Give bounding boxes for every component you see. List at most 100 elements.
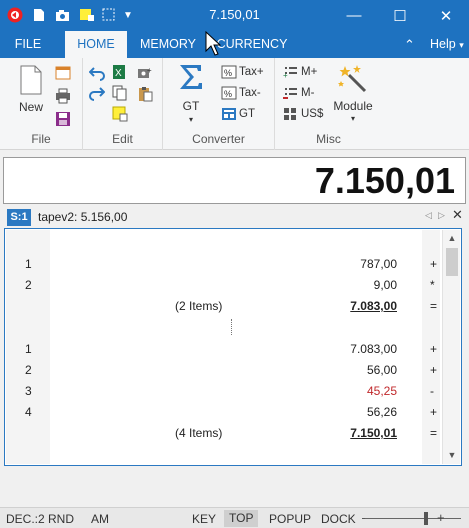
tape-list[interactable]: ▲ ▼ 1 787,00 + 2 9,00 * (2 Items) 7.083,… [4,228,462,466]
close-button[interactable]: ✕ [423,0,469,31]
zoom-in-icon[interactable]: + [437,510,445,525]
tab-home[interactable]: HOME [65,31,127,58]
vertical-scrollbar[interactable]: ▲ ▼ [442,230,460,464]
maximize-button[interactable]: ☐ [377,0,423,31]
tape-row[interactable]: 1 7.083,00 + [5,339,442,359]
svg-text:+: + [283,71,288,79]
memory-plus-icon: + [283,67,297,79]
tape-next-icon[interactable]: ▷ [438,210,445,221]
currency-grid-icon [284,108,296,120]
tab-memory[interactable]: MEMORY [138,31,198,58]
tape-row[interactable]: 2 9,00 * [5,275,442,295]
operator: + [430,363,438,377]
scrollbar-thumb[interactable] [446,248,458,276]
status-decimals[interactable]: DEC.:2 [6,512,45,526]
tax-minus-button[interactable]: % Tax- [221,86,261,100]
tax-minus-label: Tax- [239,87,261,99]
tape-total-row[interactable]: (2 Items) 7.083,00 = [5,296,442,316]
item-count: (2 Items) [175,299,223,313]
tax-plus-icon: % [221,65,237,79]
tape-row[interactable]: 1 787,00 + [5,254,442,274]
collapse-ribbon-icon[interactable]: ⌃ [404,31,415,58]
help-label: Help [430,37,456,51]
currency-button[interactable]: US$ [283,107,323,121]
tape-header: S:1 tapev2: 5.156,00 ◁ ▷ ✕ [0,206,469,228]
tape-row[interactable]: 3 45,25 - [5,381,442,401]
status-key[interactable]: KEY [192,512,216,526]
operator: - [430,384,434,398]
redo-icon[interactable] [89,85,105,101]
help-menu[interactable]: Help ▾ [430,31,464,58]
amount: 7.083,00 [350,342,397,356]
gt-small-label: GT [239,108,255,120]
module-caret-icon: ▾ [350,114,355,123]
zoom-slider-thumb[interactable] [424,512,428,525]
zoom-slider[interactable] [365,518,461,519]
status-dock[interactable]: DOCK [321,512,356,526]
status-bar: DEC.:2 RND AM KEY TOP POPUP DOCK — + [0,507,469,528]
module-label: Module [333,99,373,113]
undo-icon[interactable] [89,65,105,81]
operator: * [430,278,435,292]
copy-icon[interactable] [112,85,128,101]
line-number: 1 [25,257,32,271]
result-display[interactable]: 7.150,01 [3,157,466,204]
tape-row[interactable]: 4 56,26 + [5,402,442,422]
line-number: 1 [25,342,32,356]
tape-close-icon[interactable]: ✕ [452,207,463,223]
print-icon[interactable] [55,88,71,104]
line-number: 3 [25,384,32,398]
scroll-down-icon[interactable]: ▼ [443,450,461,460]
gt-small-button[interactable]: GT [221,107,255,121]
gt-button-label: GT [182,99,200,113]
minimize-button[interactable]: — [331,0,377,31]
tab-file[interactable]: FILE [6,31,50,58]
m-minus-button[interactable]: M- [283,86,314,100]
tape-slot-badge[interactable]: S:1 [7,209,31,226]
paste-icon[interactable] [137,86,153,102]
ribbon: New File X + Edit GT ▾ % Tax+ % Tax- GT … [0,58,469,150]
save-icon[interactable] [55,111,71,127]
tax-plus-button[interactable]: % Tax+ [221,65,264,79]
tape-prev-icon[interactable]: ◁ [425,210,432,221]
memory-minus-icon [283,88,297,99]
status-rounding[interactable]: RND [48,512,74,526]
operator: = [430,426,438,440]
title-bar: ▼ 7.150,01 — ☐ ✕ [0,0,469,31]
sticky-note-icon[interactable] [112,106,128,122]
ribbon-group-edit-label: Edit [112,132,133,146]
ribbon-group-misc-label: Misc [316,132,341,146]
tax-minus-icon: % [221,86,237,100]
operator: = [430,299,438,313]
svg-text:%: % [224,89,232,99]
ribbon-group-converter-label: Converter [192,132,245,146]
status-popup[interactable]: POPUP [269,512,311,526]
total-amount: 7.083,00 [350,299,397,313]
line-number: 4 [25,405,32,419]
grand-total-icon [222,108,236,120]
m-plus-label: M+ [301,66,318,78]
tape-total-row[interactable]: (4 Items) 7.150,01 = [5,423,442,443]
m-plus-button[interactable]: + M+ [283,65,317,79]
status-top[interactable]: TOP [224,510,259,527]
excel-export-icon[interactable]: X [112,64,128,80]
operator: + [430,257,438,271]
scroll-up-icon[interactable]: ▲ [443,233,461,243]
calculation-separator [231,319,232,335]
new-button[interactable]: New [15,64,47,114]
amount: 56,26 [366,405,397,419]
screenshot-icon[interactable]: + [137,65,153,81]
gt-button[interactable]: GT ▾ [173,62,209,124]
currency-label: US$ [301,108,324,120]
svg-text:%: % [224,68,232,78]
line-number: 2 [25,363,32,377]
open-folder-icon[interactable] [55,65,71,81]
tab-currency[interactable]: CURRENCY [216,31,288,58]
tape-name: tapev2: 5.156,00 [38,210,128,224]
status-add-mode[interactable]: AM [91,512,109,526]
tape-row[interactable]: 2 56,00 + [5,360,442,380]
module-button[interactable]: Module ▾ [330,63,376,123]
mouse-cursor-icon [205,31,221,56]
magic-wand-icon [338,65,367,93]
ribbon-group-file: New File [0,58,83,150]
